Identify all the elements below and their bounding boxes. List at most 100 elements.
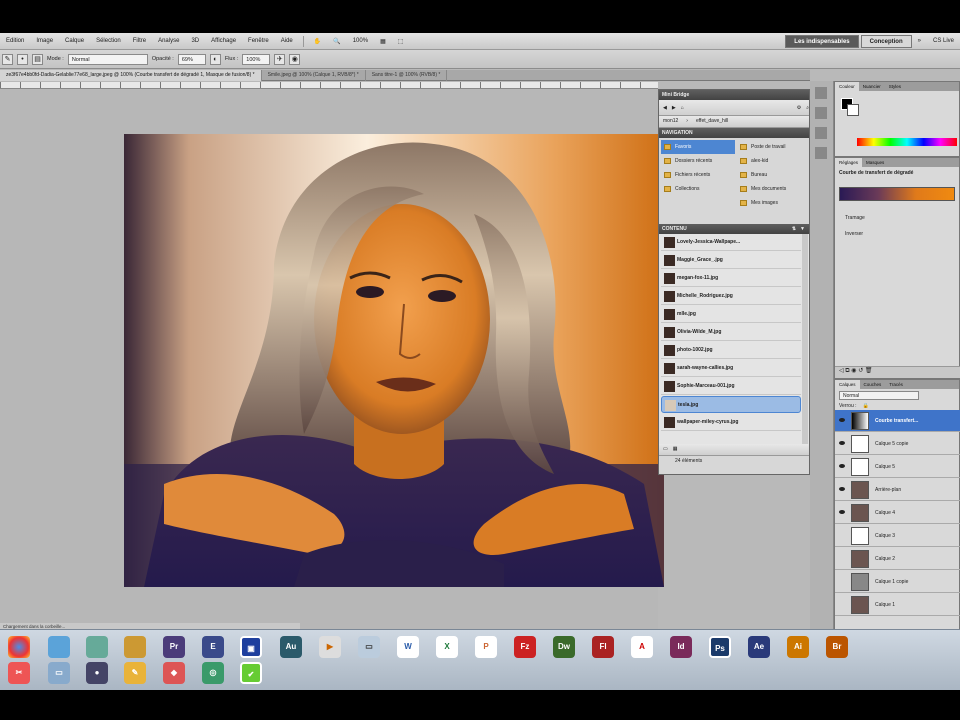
tab-adjustments[interactable]: Réglages [835,158,863,167]
list-item-selected[interactable]: tesla.jpg [661,396,801,413]
list-item[interactable]: photo-1002.jpg [661,342,801,359]
list-item[interactable]: Lovely-Jessica-Wallpape... [661,234,801,251]
list-item[interactable]: megan-fox-11.jpg [661,270,801,287]
list-item[interactable]: sarah-wayne-callies.jpg [661,360,801,377]
layer-row[interactable]: Courbe transfert... [835,410,960,432]
layer-row[interactable]: Calque 3 [835,525,960,547]
hand-tool-icon[interactable]: ✋ [308,38,327,45]
nav-user[interactable]: alex-kid [737,154,809,168]
brush-tool-icon[interactable]: ✎ [2,53,13,65]
nav-collections[interactable]: Collections [661,182,735,196]
premiere-icon[interactable]: Pr [163,636,185,658]
screen-capture-icon[interactable]: ▣ [240,636,262,658]
zoom-tool-icon[interactable]: 🔍 [327,38,346,45]
encore-icon[interactable]: E [202,636,224,658]
nav-recent-files[interactable]: Fichiers récents [661,168,735,182]
dreamweaver-icon[interactable]: Dw [553,636,575,658]
scrollbar[interactable] [802,234,808,444]
pressure-opacity-icon[interactable]: ◐ [209,53,221,65]
list-item[interactable]: mlle.jpg [661,306,801,323]
arrange-icon[interactable]: ▦ [374,38,392,45]
layer-row[interactable]: Calque 1 [835,594,960,616]
path-segment[interactable]: effet_dave_hill [696,116,728,127]
tab-document-2[interactable]: Smile.jpeg @ 100% (Calque 1, RVB/8*) * [262,70,366,81]
app-icon[interactable]: ▭ [358,636,380,658]
app-icon[interactable]: ◆ [163,662,185,684]
chrome-icon[interactable] [8,636,30,658]
color-spectrum[interactable] [857,138,957,146]
tab-document-3[interactable]: Sans titre-1 @ 100% (RVB/8) * [366,70,448,81]
sort-icon[interactable]: ⇅ [792,224,796,234]
actions-icon[interactable] [815,107,827,119]
settings-icon[interactable]: ⚙ [797,103,801,113]
tab-document-1[interactable]: ze3f67e4bb0fd-Dadia-Gelablie77e68_large.… [0,70,262,81]
layer-row[interactable]: Calque 1 copie [835,571,960,593]
menu-item[interactable]: Image [30,38,59,44]
tab-swatches[interactable]: Nuancier [859,82,885,91]
flow-field[interactable]: 100% [242,53,271,65]
dither-checkbox[interactable]: Tramage [835,201,959,221]
illustrator-icon[interactable]: Ai [787,636,809,658]
tab-color[interactable]: Couleur [835,82,859,91]
menu-item[interactable]: Edition [0,38,30,44]
history-icon[interactable] [815,87,827,99]
word-icon[interactable]: W [397,636,419,658]
layer-row[interactable]: Arrière-plan [835,479,960,501]
flash-icon[interactable]: Fl [592,636,614,658]
eye-icon[interactable] [839,464,845,468]
nav-computer[interactable]: Poste de travail [737,140,809,154]
tab-styles[interactable]: Styles [885,82,905,91]
tab-masks[interactable]: Masques [862,158,888,167]
filezilla-icon[interactable]: Fz [514,636,536,658]
pressure-size-icon[interactable]: ◉ [289,53,301,65]
back-icon[interactable]: ◀ [663,103,667,113]
tab-layers[interactable]: Calques [835,380,860,389]
nav-pictures[interactable]: Mes images [737,196,809,210]
airbrush-icon[interactable]: ✈ [274,53,286,65]
screen-mode-icon[interactable]: ⬚ [392,38,410,45]
app-icon[interactable] [48,636,70,658]
workspace-design-button[interactable]: Conception [860,34,912,48]
app-icon[interactable] [86,636,108,658]
opacity-field[interactable]: 69% [177,53,206,65]
search-icon[interactable]: ⌕ [806,103,809,113]
menu-item[interactable]: Analyse [152,38,185,44]
menu-item[interactable]: 3D [185,38,205,44]
clip-icon[interactable]: ⧉ [845,368,849,374]
eye-icon[interactable] [839,487,845,491]
zoom-level[interactable]: 100% [347,38,374,44]
layer-row[interactable]: Calque 2 [835,548,960,570]
powerpoint-icon[interactable]: P [475,636,497,658]
reverse-checkbox[interactable]: Inverser [835,221,959,237]
nav-desktop[interactable]: Bureau [737,168,809,182]
nav-recent-folders[interactable]: Dossiers récents [661,154,735,168]
filter-icon[interactable]: ▼ [800,224,805,234]
list-item[interactable]: Maggie_Grace_.jpg [661,252,801,269]
cs-live-button[interactable]: CS Live [927,38,960,44]
mode-select[interactable]: Normal [67,53,148,65]
nav-documents[interactable]: Mes documents [737,182,809,196]
app-icon[interactable]: ✂ [8,662,30,684]
app-icon[interactable]: ✔ [240,662,262,684]
menu-item[interactable]: Aide [275,38,299,44]
app-icon[interactable] [124,636,146,658]
acrobat-icon[interactable]: A [631,636,653,658]
brush-preset-icon[interactable]: • [17,53,28,65]
menu-item[interactable]: Filtre [127,38,152,44]
tab-paths[interactable]: Tracés [885,380,907,389]
tab-channels[interactable]: Couches [860,380,886,389]
visibility-icon[interactable]: ◉ [851,368,856,374]
menu-item[interactable]: Sélection [90,38,127,44]
indesign-icon[interactable]: Id [670,636,692,658]
menu-item[interactable]: Affichage [205,38,242,44]
excel-icon[interactable]: X [436,636,458,658]
view-icon[interactable]: ▭ [663,444,668,455]
photoshop-icon[interactable]: Ps [709,636,731,658]
after-effects-icon[interactable]: Ae [748,636,770,658]
menu-item[interactable]: Calque [59,38,90,44]
document-image[interactable] [124,134,664,587]
reset-icon[interactable]: ↺ [858,368,863,374]
more-workspaces-icon[interactable]: » [912,38,927,44]
trash-icon[interactable]: 🗑 [865,368,873,374]
workspace-essentials-button[interactable]: Les indispensables [785,34,859,48]
